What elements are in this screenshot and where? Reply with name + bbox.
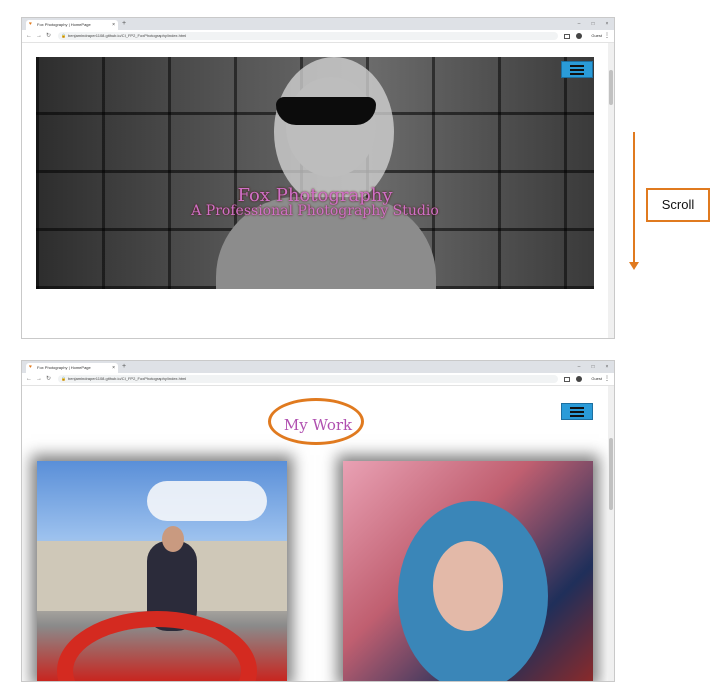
address-bar-row: ← → ↻ 🔒 benjamindraper1108.github.io/CI_… [22,373,614,386]
browser-tab[interactable]: ♥ Fox Photography | HomePage × [26,363,118,373]
tab-close-icon[interactable]: × [112,363,115,373]
cloud [147,481,267,521]
hamburger-icon-bar [570,69,584,71]
man-head [162,526,184,552]
fox-favicon-icon: ♥ [29,364,32,370]
hamburger-icon-bar [570,65,584,67]
close-window-button[interactable]: × [600,18,614,30]
browser-menu-icon[interactable]: ⋮ [604,30,610,42]
scroll-arrow-line [633,132,635,264]
maximize-button[interactable]: □ [586,361,600,373]
fox-favicon-icon: ♥ [29,21,32,27]
tab-search-icon[interactable] [564,377,570,382]
profile-avatar-icon[interactable] [576,33,582,39]
tab-search-icon[interactable] [564,34,570,39]
new-tab-button[interactable]: + [122,19,126,29]
profile-label[interactable]: Guest [591,30,602,42]
sunglasses [276,97,376,125]
address-bar-row: ← → ↻ 🔒 benjamindraper1108.github.io/CI_… [22,30,614,43]
browser-menu-icon[interactable]: ⋮ [604,373,610,385]
window-controls: – □ × [572,361,614,373]
window-controls: – □ × [572,18,614,30]
back-icon[interactable]: ← [26,373,32,385]
scrollbar-thumb[interactable] [609,70,613,105]
page-scrollbar[interactable] [608,386,614,681]
reload-icon[interactable]: ↻ [46,373,51,385]
minimize-button[interactable]: – [572,18,586,30]
lock-icon: 🔒 [61,376,66,381]
hero-image: Fox Photography A Professional Photograp… [36,57,594,289]
portfolio-photo-blue-hair-woman[interactable] [343,461,593,681]
profile-avatar-icon[interactable] [576,376,582,382]
scroll-arrow-head-icon [629,262,639,270]
hamburger-icon-bar [570,407,584,409]
browser-window-top: ♥ Fox Photography | HomePage × + – □ × ←… [21,17,615,339]
hamburger-icon-bar [570,411,584,413]
portfolio-photo-man-on-sculpture[interactable] [37,461,287,681]
browser-tab[interactable]: ♥ Fox Photography | HomePage × [26,20,118,30]
hamburger-icon-bar [570,73,584,75]
new-tab-button[interactable]: + [122,362,126,372]
tab-bar: ♥ Fox Photography | HomePage × + – □ × [22,18,614,30]
forward-icon[interactable]: → [36,373,42,385]
tab-title: Fox Photography | HomePage [37,22,91,27]
back-icon[interactable]: ← [26,30,32,42]
lock-icon: 🔒 [61,33,66,38]
reload-icon[interactable]: ↻ [46,30,51,42]
model-face [286,77,376,177]
site-subtitle: A Professional Photography Studio [191,203,439,219]
woman-face [433,541,503,631]
url-text: benjamindraper1108.github.io/CI_FP2_FoxP… [68,33,187,38]
minimize-button[interactable]: – [572,361,586,373]
highlight-oval-annotation [268,398,364,445]
red-sculpture [57,611,257,681]
close-window-button[interactable]: × [600,361,614,373]
maximize-button[interactable]: □ [586,18,600,30]
forward-icon[interactable]: → [36,30,42,42]
tab-close-icon[interactable]: × [112,20,115,30]
url-field[interactable]: 🔒 benjamindraper1108.github.io/CI_FP2_Fo… [58,375,558,383]
scrollbar-thumb[interactable] [609,438,613,510]
page-viewport: Fox Photography A Professional Photograp… [22,43,614,338]
profile-label[interactable]: Guest [591,373,602,385]
tab-bar: ♥ Fox Photography | HomePage × + – □ × [22,361,614,373]
hamburger-menu-button[interactable] [561,403,593,420]
hamburger-menu-button[interactable] [561,61,593,78]
scroll-annotation: Scroll [646,188,710,222]
url-field[interactable]: 🔒 benjamindraper1108.github.io/CI_FP2_Fo… [58,32,558,40]
page-scrollbar[interactable] [608,43,614,338]
url-text: benjamindraper1108.github.io/CI_FP2_FoxP… [68,376,187,381]
tab-title: Fox Photography | HomePage [37,365,91,370]
hamburger-icon-bar [570,415,584,417]
